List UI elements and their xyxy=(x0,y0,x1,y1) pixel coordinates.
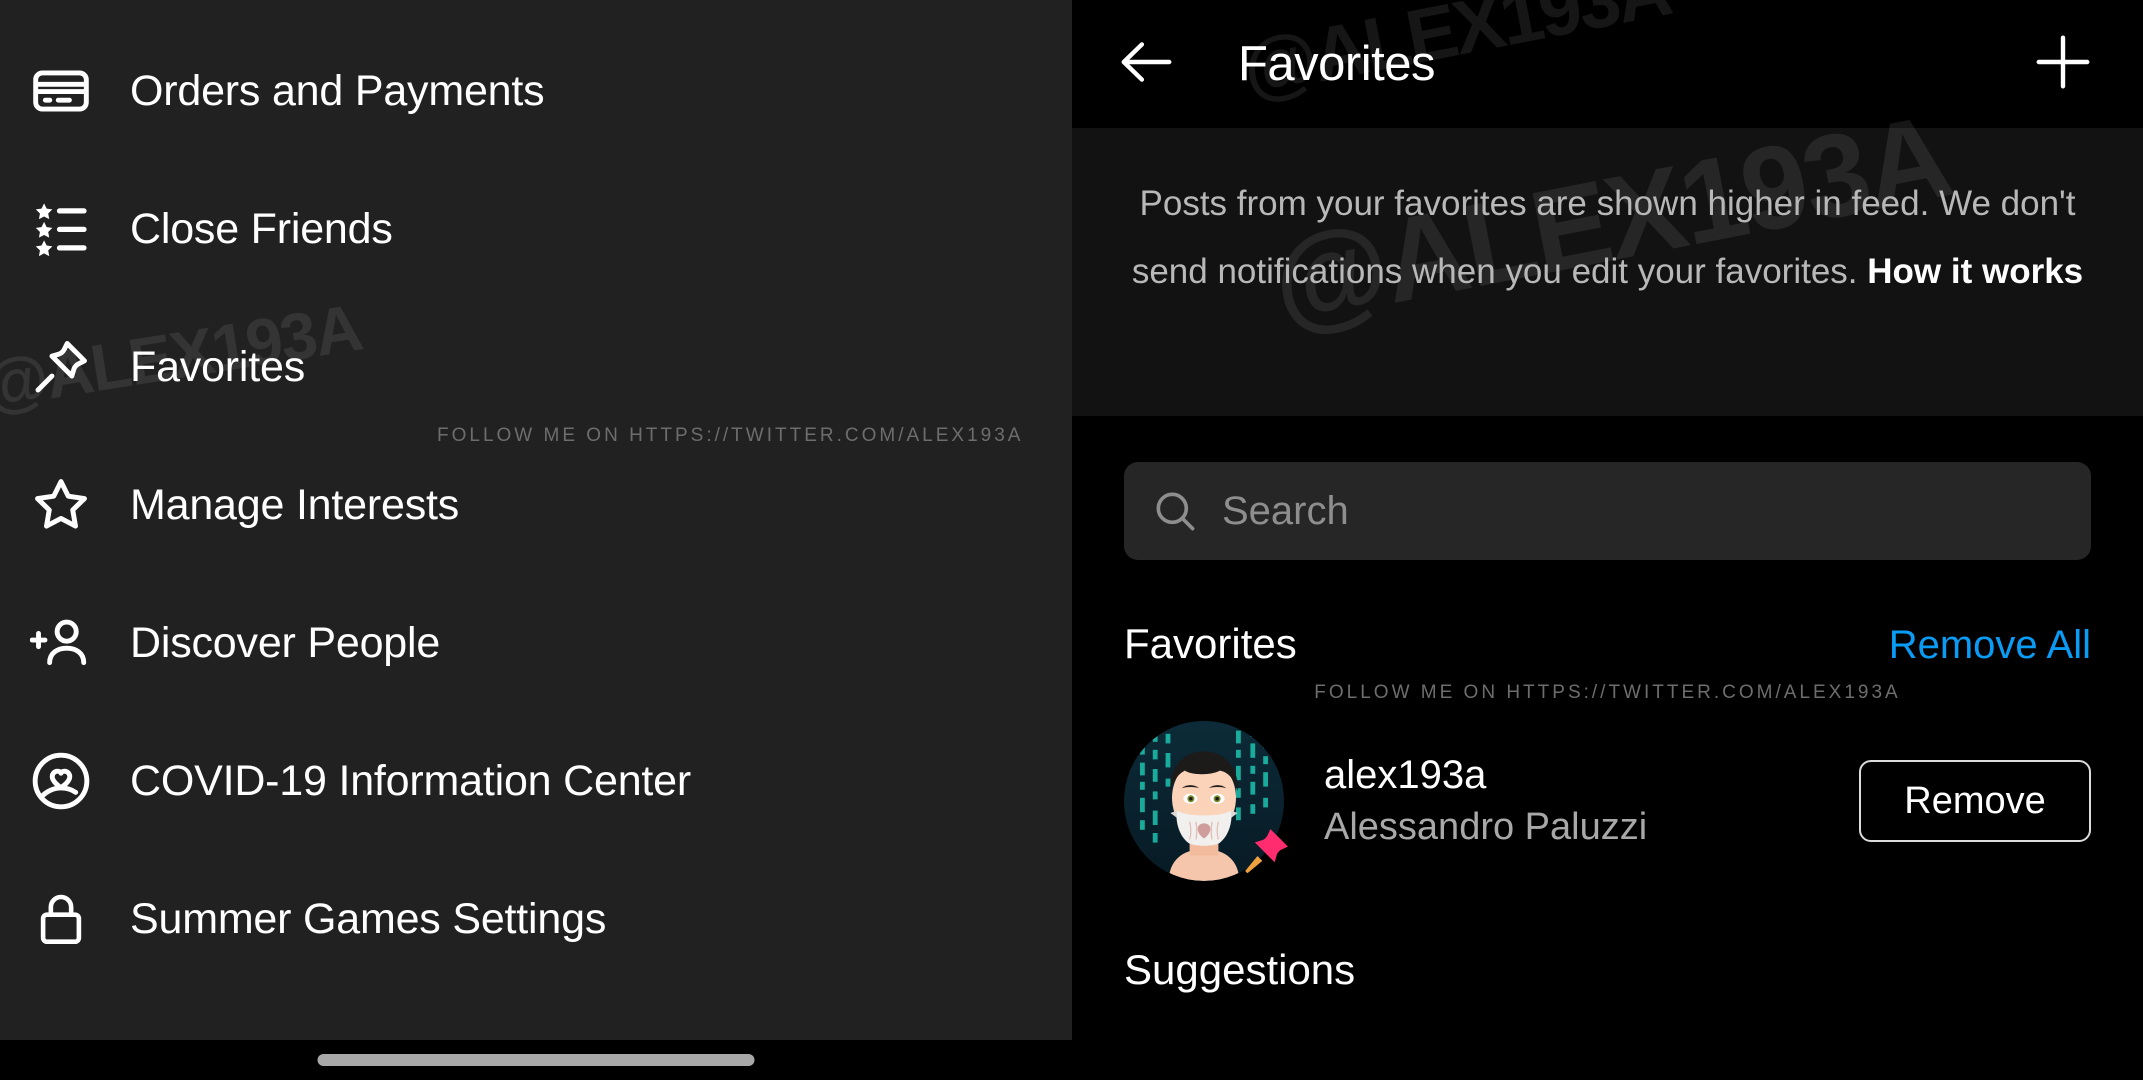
system-navigation-bar xyxy=(0,1040,1072,1080)
sidebar-item-label: Close Friends xyxy=(130,204,393,253)
favorites-description-block: Posts from your favorites are shown high… xyxy=(1072,128,2143,416)
add-favorite-button[interactable] xyxy=(2027,28,2099,100)
favorites-section-title: Favorites xyxy=(1124,620,1297,667)
pin-badge-icon xyxy=(1238,823,1294,879)
favorites-detail-panel: @ALEX193A @ALEX193A Favorites xyxy=(1072,0,2143,1080)
sidebar-item-label: Manage Interests xyxy=(130,480,460,529)
lock-icon xyxy=(22,880,100,958)
watermark-follow-right: FOLLOW ME ON HTTPS://TWITTER.COM/ALEX193… xyxy=(1314,682,1901,703)
remove-button[interactable]: Remove xyxy=(1859,760,2091,842)
suggestions-section-title: Suggestions xyxy=(1124,946,1356,993)
favorites-section-header: Favorites Remove All xyxy=(1124,560,2091,668)
credit-card-icon xyxy=(22,52,100,130)
star-outline-icon xyxy=(22,466,100,544)
covid-heart-icon xyxy=(22,742,100,820)
arrow-left-icon xyxy=(1115,31,1177,98)
sidebar-item-label: Favorites xyxy=(130,342,306,391)
how-it-works-link[interactable]: How it works xyxy=(1867,252,2083,291)
sidebar-item-manage-interests[interactable]: Manage Interests xyxy=(0,436,1072,574)
back-button[interactable] xyxy=(1110,28,1182,100)
search-input[interactable]: Search xyxy=(1124,462,2091,560)
favorites-description-text: Posts from your favorites are shown high… xyxy=(1128,170,2087,306)
detail-body: Search Favorites Remove All FOLLOW ME ON… xyxy=(1072,416,2143,994)
sidebar-item-covid-19-information-center[interactable]: COVID-19 Information Center xyxy=(0,712,1072,850)
plus-icon xyxy=(2032,31,2094,98)
sidebar-item-summer-games-settings[interactable]: Summer Games Settings xyxy=(0,850,1072,988)
sidebar-item-label: Summer Games Settings xyxy=(130,894,607,943)
sidebar-item-label: Orders and Payments xyxy=(130,66,545,115)
search-placeholder: Search xyxy=(1222,488,1349,533)
sidebar-item-discover-people[interactable]: Discover People xyxy=(0,574,1072,712)
sidebar-item-orders-and-payments[interactable]: Orders and Payments xyxy=(0,22,1072,160)
remove-all-button[interactable]: Remove All xyxy=(1889,623,2091,668)
user-fullname: Alessandro Paluzzi xyxy=(1324,806,1648,848)
detail-header: Favorites xyxy=(1072,0,2143,128)
page-title: Favorites xyxy=(1238,37,1436,91)
search-icon xyxy=(1152,488,1198,534)
app-screen: @ALEX193A Orders and Payments Close Frie… xyxy=(0,0,2143,1080)
list-item[interactable]: alex193a Alessandro Paluzzi Remove xyxy=(1124,716,2091,886)
star-list-icon xyxy=(22,190,100,268)
sidebar-item-label: COVID-19 Information Center xyxy=(130,756,691,805)
sidebar-item-close-friends[interactable]: Close Friends xyxy=(0,160,1072,298)
avatar[interactable] xyxy=(1124,721,1288,881)
pin-icon xyxy=(22,328,100,406)
settings-menu-panel: @ALEX193A Orders and Payments Close Frie… xyxy=(0,0,1072,1080)
sidebar-item-label: Discover People xyxy=(130,618,441,667)
search-section: Search xyxy=(1124,416,2091,560)
user-username: alex193a xyxy=(1324,753,1487,797)
user-info: alex193a Alessandro Paluzzi xyxy=(1324,753,1647,849)
settings-menu-list: Orders and Payments Close Friends Favori… xyxy=(0,0,1072,988)
remove-button-label: Remove xyxy=(1904,779,2046,822)
home-indicator[interactable] xyxy=(317,1054,755,1066)
sidebar-item-favorites[interactable]: Favorites xyxy=(0,298,1072,436)
person-add-icon xyxy=(22,604,100,682)
